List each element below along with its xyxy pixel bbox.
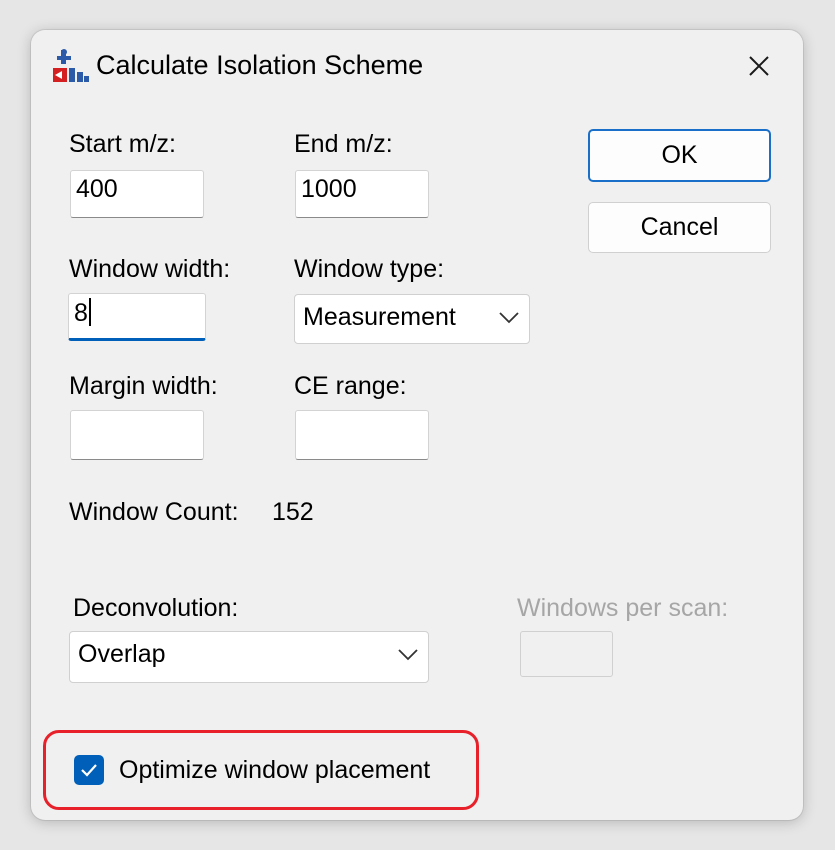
deconvolution-select[interactable]: Overlap <box>69 631 429 683</box>
end-mz-label: End m/z: <box>294 130 393 158</box>
start-mz-input[interactable]: 400 <box>70 170 204 218</box>
window-count-label: Window Count: <box>69 498 239 526</box>
optimize-window-placement-label[interactable]: Optimize window placement <box>119 756 430 785</box>
optimize-window-placement-checkbox[interactable] <box>74 755 104 785</box>
chevron-down-icon <box>499 312 519 324</box>
window-count-value: 152 <box>272 498 314 526</box>
title-bar[interactable]: Calculate Isolation Scheme <box>31 30 803 104</box>
window-type-value: Measurement <box>303 303 456 331</box>
close-icon <box>749 56 769 76</box>
start-mz-label: Start m/z: <box>69 130 176 158</box>
app-logo-icon <box>53 49 89 82</box>
dialog-title: Calculate Isolation Scheme <box>96 50 424 80</box>
margin-width-label: Margin width: <box>69 372 218 400</box>
window-type-label: Window type: <box>294 255 445 283</box>
calculate-isolation-scheme-dialog: Calculate Isolation Scheme Start m/z: 40… <box>31 30 803 820</box>
window-width-input[interactable]: 8 <box>68 293 206 341</box>
cancel-button[interactable]: Cancel <box>588 202 771 253</box>
windows-per-scan-input <box>520 631 613 677</box>
margin-width-input[interactable] <box>70 410 204 460</box>
chevron-down-icon <box>398 649 418 661</box>
deconvolution-value: Overlap <box>78 640 166 668</box>
ce-range-label: CE range: <box>294 372 407 400</box>
end-mz-value: 1000 <box>301 175 357 203</box>
close-button[interactable] <box>737 46 781 86</box>
ok-button[interactable]: OK <box>588 129 771 182</box>
start-mz-value: 400 <box>76 175 118 203</box>
ce-range-input[interactable] <box>295 410 429 460</box>
end-mz-input[interactable]: 1000 <box>295 170 429 218</box>
window-width-label: Window width: <box>69 255 231 283</box>
windows-per-scan-label: Windows per scan: <box>517 594 729 622</box>
window-width-value: 8 <box>74 299 88 327</box>
window-type-select[interactable]: Measurement <box>294 294 530 344</box>
checkmark-icon <box>81 764 97 777</box>
text-caret <box>88 298 91 326</box>
deconvolution-label: Deconvolution: <box>73 594 239 622</box>
